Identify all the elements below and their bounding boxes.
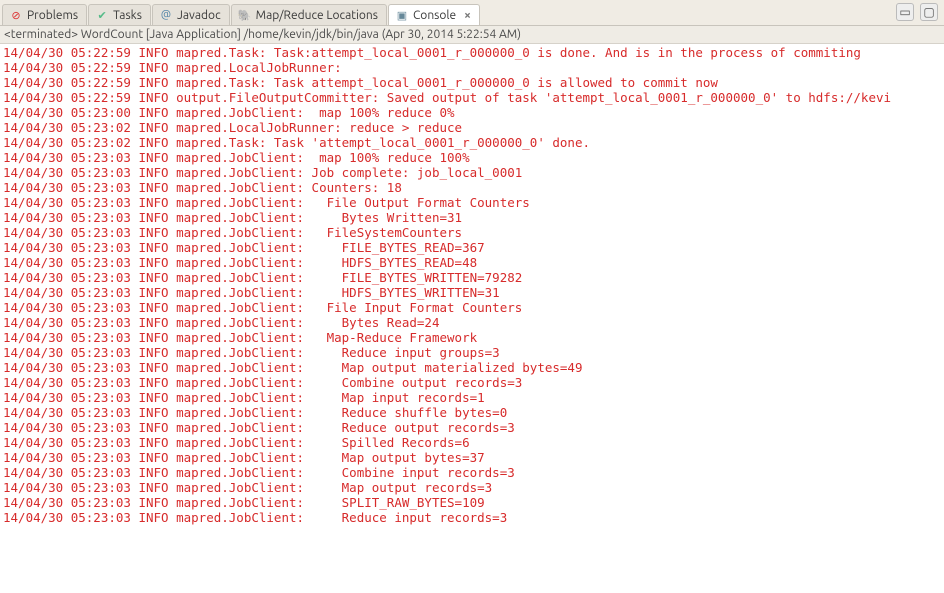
console-line: 14/04/30 05:23:03 INFO mapred.JobClient:… — [3, 270, 941, 285]
run-cmd: /home/kevin/jdk/bin/java — [244, 28, 379, 41]
console-line: 14/04/30 05:23:03 INFO mapred.JobClient:… — [3, 375, 941, 390]
run-status: <terminated> — [4, 28, 78, 41]
console-line: 14/04/30 05:23:03 INFO mapred.JobClient:… — [3, 300, 941, 315]
error-icon: ⊘ — [9, 8, 23, 22]
console-line: 14/04/30 05:22:59 INFO mapred.Task: Task… — [3, 45, 941, 60]
tab-problems[interactable]: ⊘ Problems — [2, 4, 87, 25]
console-line: 14/04/30 05:23:03 INFO mapred.JobClient:… — [3, 420, 941, 435]
tab-label: Tasks — [113, 9, 142, 22]
console-line: 14/04/30 05:23:02 INFO mapred.LocalJobRu… — [3, 120, 941, 135]
tab-label: Problems — [27, 9, 78, 22]
console-line: 14/04/30 05:23:03 INFO mapred.JobClient:… — [3, 360, 941, 375]
tab-console[interactable]: ▣ Console × — [388, 4, 480, 25]
checkmark-icon: ✔ — [95, 8, 109, 22]
console-info-line: <terminated> WordCount [Java Application… — [0, 26, 944, 44]
console-line: 14/04/30 05:23:03 INFO mapred.JobClient:… — [3, 480, 941, 495]
window-controls: ▭ ▢ — [890, 3, 944, 25]
tab-mapreduce[interactable]: 🐘 Map/Reduce Locations — [231, 4, 387, 25]
console-line: 14/04/30 05:23:03 INFO mapred.JobClient:… — [3, 180, 941, 195]
tab-label: Javadoc — [177, 9, 221, 22]
run-app: WordCount [Java Application] — [81, 28, 241, 41]
console-line: 14/04/30 05:23:02 INFO mapred.Task: Task… — [3, 135, 941, 150]
maximize-button[interactable]: ▢ — [920, 3, 938, 21]
console-line: 14/04/30 05:23:03 INFO mapred.JobClient:… — [3, 405, 941, 420]
console-icon: ▣ — [395, 8, 409, 22]
console-line: 14/04/30 05:23:03 INFO mapred.JobClient:… — [3, 495, 941, 510]
elephant-icon: 🐘 — [238, 8, 252, 22]
console-line: 14/04/30 05:23:03 INFO mapred.JobClient:… — [3, 255, 941, 270]
console-view[interactable]: 14/04/30 05:22:59 INFO mapred.Task: Task… — [0, 44, 944, 593]
console-line: 14/04/30 05:23:03 INFO mapred.JobClient:… — [3, 210, 941, 225]
console-line: 14/04/30 05:22:59 INFO mapred.Task: Task… — [3, 75, 941, 90]
console-line: 14/04/30 05:23:03 INFO mapred.JobClient:… — [3, 315, 941, 330]
console-line: 14/04/30 05:23:03 INFO mapred.JobClient:… — [3, 285, 941, 300]
console-line: 14/04/30 05:23:03 INFO mapred.JobClient:… — [3, 450, 941, 465]
console-line: 14/04/30 05:23:03 INFO mapred.JobClient:… — [3, 240, 941, 255]
at-icon: @ — [159, 8, 173, 22]
close-icon[interactable]: × — [464, 9, 471, 22]
console-line: 14/04/30 05:22:59 INFO output.FileOutput… — [3, 90, 941, 105]
tab-label: Map/Reduce Locations — [256, 9, 378, 22]
console-line: 14/04/30 05:23:03 INFO mapred.JobClient:… — [3, 150, 941, 165]
run-date: (Apr 30, 2014 5:22:54 AM) — [382, 28, 521, 41]
console-line: 14/04/30 05:23:03 INFO mapred.JobClient:… — [3, 330, 941, 345]
tab-label: Console — [413, 9, 456, 22]
console-line: 14/04/30 05:23:03 INFO mapred.JobClient:… — [3, 465, 941, 480]
console-line: 14/04/30 05:23:03 INFO mapred.JobClient:… — [3, 435, 941, 450]
console-line: 14/04/30 05:22:59 INFO mapred.LocalJobRu… — [3, 60, 941, 75]
console-line: 14/04/30 05:23:03 INFO mapred.JobClient:… — [3, 510, 941, 525]
minimize-button[interactable]: ▭ — [896, 3, 914, 21]
view-tabbar: ⊘ Problems ✔ Tasks @ Javadoc 🐘 Map/Reduc… — [0, 0, 944, 26]
tab-javadoc[interactable]: @ Javadoc — [152, 4, 230, 25]
tab-tasks[interactable]: ✔ Tasks — [88, 4, 151, 25]
console-line: 14/04/30 05:23:03 INFO mapred.JobClient:… — [3, 195, 941, 210]
console-line: 14/04/30 05:23:03 INFO mapred.JobClient:… — [3, 390, 941, 405]
console-line: 14/04/30 05:23:03 INFO mapred.JobClient:… — [3, 225, 941, 240]
console-line: 14/04/30 05:23:03 INFO mapred.JobClient:… — [3, 165, 941, 180]
console-line: 14/04/30 05:23:03 INFO mapred.JobClient:… — [3, 345, 941, 360]
console-line: 14/04/30 05:23:00 INFO mapred.JobClient:… — [3, 105, 941, 120]
